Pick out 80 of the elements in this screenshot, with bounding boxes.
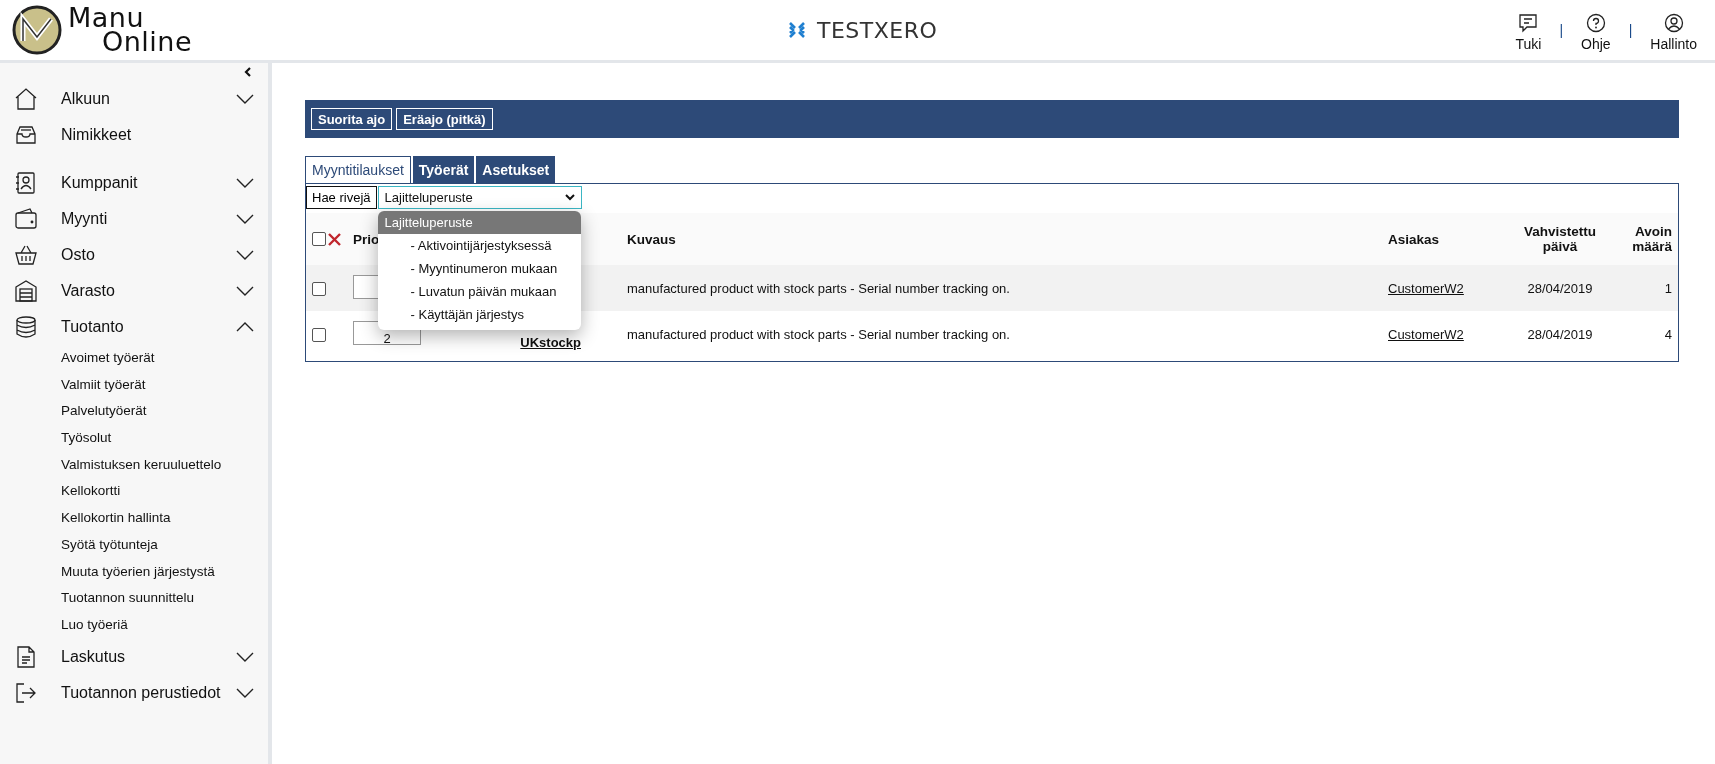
- database-icon: [14, 315, 38, 339]
- tab[interactable]: Asetukset: [476, 156, 556, 184]
- sidebar-subitem[interactable]: Syötä työtunteja: [0, 531, 268, 559]
- sidebar-subitem[interactable]: Kellokortin hallinta: [0, 505, 268, 532]
- chevron-icon: [236, 94, 254, 104]
- sidebar-item[interactable]: Nimikkeet: [0, 117, 268, 153]
- delete-icon[interactable]: [328, 232, 341, 246]
- logo-text: Online: [102, 30, 193, 54]
- dropdown-option[interactable]: Lajitteluperuste: [377, 211, 581, 234]
- chevron-icon: [236, 651, 254, 662]
- logo-text: Manu: [68, 6, 145, 30]
- separator-text: |: [1559, 22, 1564, 38]
- company-name: TESTXERO: [817, 17, 938, 43]
- table-cell: manufactured product with stock parts - Serial number tracking on.: [627, 280, 1010, 296]
- chevron-icon: [236, 214, 254, 224]
- sidebar-item[interactable]: Laskutus: [0, 638, 268, 675]
- help-icon: [1585, 12, 1606, 33]
- chevron-icon: [236, 250, 254, 260]
- sidebar-subitem[interactable]: Luo työeriä: [0, 611, 268, 639]
- sidebar-item[interactable]: Alkuun: [0, 81, 268, 117]
- column-header: Avoin määrä: [1632, 224, 1672, 254]
- sidebar-item[interactable]: Tuotanto: [0, 309, 268, 345]
- table-cell: 4: [1664, 326, 1672, 342]
- chevron-icon: [236, 687, 254, 698]
- company-logo-icon: [787, 20, 807, 40]
- exit-icon: [14, 680, 38, 705]
- chevron-icon: [236, 178, 254, 188]
- chevron-icon: [236, 322, 254, 332]
- tab[interactable]: Myyntitilaukset: [305, 156, 411, 184]
- customer-link[interactable]: CustomerW2: [1388, 326, 1464, 342]
- document-icon: [14, 644, 38, 669]
- sort-dropdown[interactable]: Lajitteluperuste: [377, 186, 582, 209]
- home-icon: [14, 87, 38, 111]
- dropdown-option[interactable]: - Aktivointijärjestyksessä: [377, 234, 581, 257]
- user-icon: [1663, 12, 1684, 33]
- sidebar-subitem[interactable]: Muuta työerien järjestystä: [0, 558, 268, 586]
- sidebar-subitem[interactable]: Työsolut: [0, 425, 268, 452]
- sidebar-item[interactable]: Kumppanit: [0, 165, 268, 201]
- table-cell: 28/04/2019: [1527, 326, 1593, 342]
- column-header: Prio: [353, 231, 380, 247]
- row-checkbox[interactable]: [312, 281, 326, 296]
- sidebar-subitem[interactable]: Tuotannon suunnittelu: [0, 585, 268, 612]
- dropdown-option[interactable]: - Myyntinumeron mukaan: [377, 257, 581, 280]
- fetch-rows-button[interactable]: Hae rivejä: [306, 186, 377, 209]
- sidebar-item[interactable]: Osto: [0, 237, 268, 273]
- header-link[interactable]: Ohje: [1581, 8, 1611, 52]
- sidebar-subitem[interactable]: Kellokortti: [0, 478, 268, 506]
- sidebar-subitem[interactable]: Valmiit työerät: [0, 371, 268, 399]
- dropdown-option[interactable]: - Luvatun päivän mukaan: [377, 280, 581, 303]
- sidebar-item[interactable]: Tuotannon perustiedot: [0, 674, 268, 711]
- sidebar-subitem[interactable]: Avoimet työerät: [0, 345, 268, 372]
- row-checkbox[interactable]: [312, 327, 326, 342]
- separator-text: |: [1628, 22, 1633, 38]
- header-link[interactable]: Tuki: [1515, 8, 1542, 52]
- column-header: Kuvaus: [627, 231, 676, 247]
- item-link[interactable]: UKstockp: [520, 334, 581, 350]
- table-cell: manufactured product with stock parts - Serial number tracking on.: [627, 326, 1010, 342]
- table-cell: 1: [1664, 280, 1672, 296]
- contact-icon: [14, 171, 38, 195]
- sidebar-subitem[interactable]: Palvelutyöerät: [0, 398, 268, 426]
- collapse-icon[interactable]: [244, 67, 252, 77]
- logo-icon: [12, 5, 62, 55]
- sidebar-subitem[interactable]: Valmistuksen keruuluettelo: [0, 451, 268, 479]
- tab[interactable]: Työerät: [412, 156, 475, 184]
- toolbar-button[interactable]: Suorita ajo: [311, 108, 393, 130]
- caret-icon: [564, 194, 575, 201]
- warehouse-icon: [14, 279, 38, 303]
- sidebar-item[interactable]: Myynti: [0, 201, 268, 237]
- basket-icon: [14, 243, 38, 267]
- column-header: Vahvistettu päivä: [1524, 224, 1596, 254]
- toolbar-button[interactable]: Eräajo (pitkä): [396, 108, 493, 130]
- sidebar-item[interactable]: Varasto: [0, 273, 268, 309]
- column-header: Asiakas: [1388, 231, 1440, 247]
- tray-icon: [14, 123, 38, 147]
- table-cell: 28/04/2019: [1527, 280, 1593, 296]
- header-link[interactable]: Hallinto: [1650, 8, 1697, 52]
- select-all-checkbox[interactable]: [312, 232, 326, 246]
- wallet-icon: [14, 207, 38, 231]
- chat-icon: [1518, 12, 1539, 33]
- chevron-icon: [236, 286, 254, 296]
